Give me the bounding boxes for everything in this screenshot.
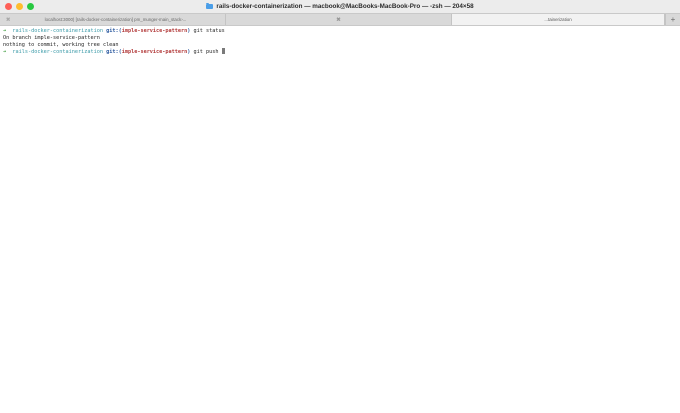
output-line: On branch imple-service-pattern <box>3 34 100 41</box>
close-window-button[interactable] <box>5 3 12 10</box>
prompt-directory: rails-docker-containerization <box>12 49 103 56</box>
prompt-command: git status <box>193 28 225 34</box>
folder-icon <box>206 2 214 10</box>
prompt-arrow-icon: ➜ <box>3 28 7 34</box>
output-line: nothing to commit, working tree clean <box>3 41 119 48</box>
window-controls <box>5 3 34 10</box>
tab-2-label: ⌘ <box>336 16 341 22</box>
terminal-window: rails-docker-containerization — macbook@… <box>0 0 680 413</box>
prompt-git-close: ) <box>187 49 191 56</box>
zoom-window-button[interactable] <box>27 3 34 10</box>
tab-bar: ⌘ localhost:3000) [rails-docker-containe… <box>0 13 680 26</box>
tab-3-label: ...tainerization <box>544 17 572 22</box>
tab-2[interactable]: ⌘ <box>226 14 452 25</box>
prompt-branch: imple-service-pattern <box>121 28 188 34</box>
tab-shortcut-icon: ⌘ <box>6 17 11 22</box>
title-bar[interactable]: rails-docker-containerization — macbook@… <box>0 0 680 13</box>
text-cursor <box>221 48 225 55</box>
minimize-window-button[interactable] <box>16 3 23 10</box>
prompt-git-label: git:( <box>106 28 122 34</box>
window-title: rails-docker-containerization — macbook@… <box>206 2 474 10</box>
terminal-output[interactable]: ➜ rails-docker-containerization git:(imp… <box>0 27 680 413</box>
prompt-branch: imple-service-pattern <box>121 49 188 56</box>
window-title-text: rails-docker-containerization — macbook@… <box>216 3 474 10</box>
tab-1-label: localhost:3000) [rails-docker-containeri… <box>44 17 187 22</box>
prompt-directory: rails-docker-containerization <box>12 28 103 34</box>
prompt-line: ➜ rails-docker-containerization git:(imp… <box>3 28 677 35</box>
tab-3-active[interactable]: ...tainerization <box>452 14 665 25</box>
prompt-line: ➜ rails-docker-containerization git:(imp… <box>3 48 677 55</box>
prompt-command: git push <box>193 49 219 56</box>
new-tab-button[interactable]: + <box>665 14 680 25</box>
prompt-arrow-icon: ➜ <box>3 49 7 56</box>
tab-1[interactable]: ⌘ localhost:3000) [rails-docker-containe… <box>0 14 226 25</box>
prompt-git-close: ) <box>187 28 191 34</box>
prompt-git-label: git:( <box>106 49 122 56</box>
